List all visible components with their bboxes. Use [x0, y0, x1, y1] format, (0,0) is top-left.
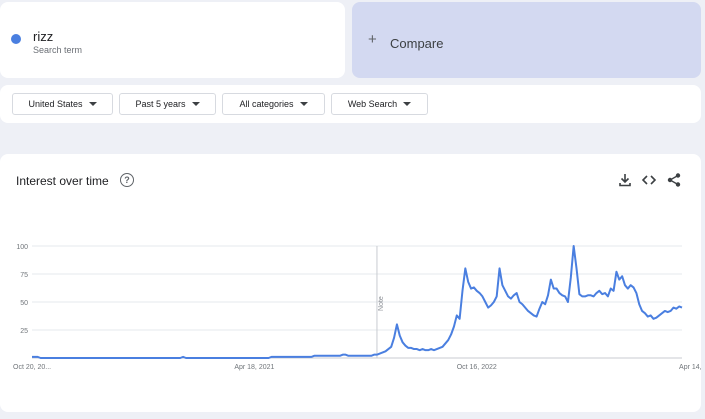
y-tick-label: 75	[20, 272, 28, 279]
search-term-subtitle: Search term	[33, 45, 83, 55]
compare-label: Compare	[390, 36, 444, 51]
note-annotation-label: Note	[378, 296, 385, 311]
search-term-name[interactable]: rizz	[33, 29, 53, 44]
caret-down-icon	[403, 102, 412, 106]
x-tick-label: Oct 20, 20...	[13, 364, 51, 371]
filter-search-type[interactable]: Web Search	[331, 93, 428, 115]
filter-search-type-label: Web Search	[347, 99, 398, 109]
interest-over-time-card: Interest over time ? 100 75 50 25 Oct 20, 20…	[0, 154, 701, 412]
y-tick-label: 100	[16, 244, 28, 251]
filters-bar: United States Past 5 years All categorie…	[0, 85, 701, 123]
compare-button[interactable]: + Compare	[352, 2, 701, 78]
x-tick-label: Oct 16, 2022	[457, 364, 497, 371]
x-tick-label: Apr 14, 2024	[679, 364, 701, 371]
series-color-dot	[11, 34, 21, 44]
caret-down-icon	[299, 102, 308, 106]
x-tick-label: Apr 18, 2021	[234, 364, 274, 371]
plus-icon: +	[368, 31, 377, 48]
filter-time-range[interactable]: Past 5 years	[119, 93, 216, 115]
search-term-card[interactable]: rizz Search term	[0, 2, 345, 78]
filter-time-range-label: Past 5 years	[135, 99, 186, 109]
filter-category[interactable]: All categories	[222, 93, 325, 115]
caret-down-icon	[191, 102, 200, 106]
y-tick-label: 25	[20, 328, 28, 335]
filter-category-label: All categories	[239, 99, 294, 109]
caret-down-icon	[88, 102, 97, 106]
y-tick-label: 50	[20, 300, 28, 307]
filter-location-label: United States	[28, 99, 83, 109]
interest-line-chart: 100 75 50 25 Oct 20, 20... Apr 18, 2021 Oct 16…	[13, 244, 701, 371]
filter-location[interactable]: United States	[12, 93, 113, 115]
